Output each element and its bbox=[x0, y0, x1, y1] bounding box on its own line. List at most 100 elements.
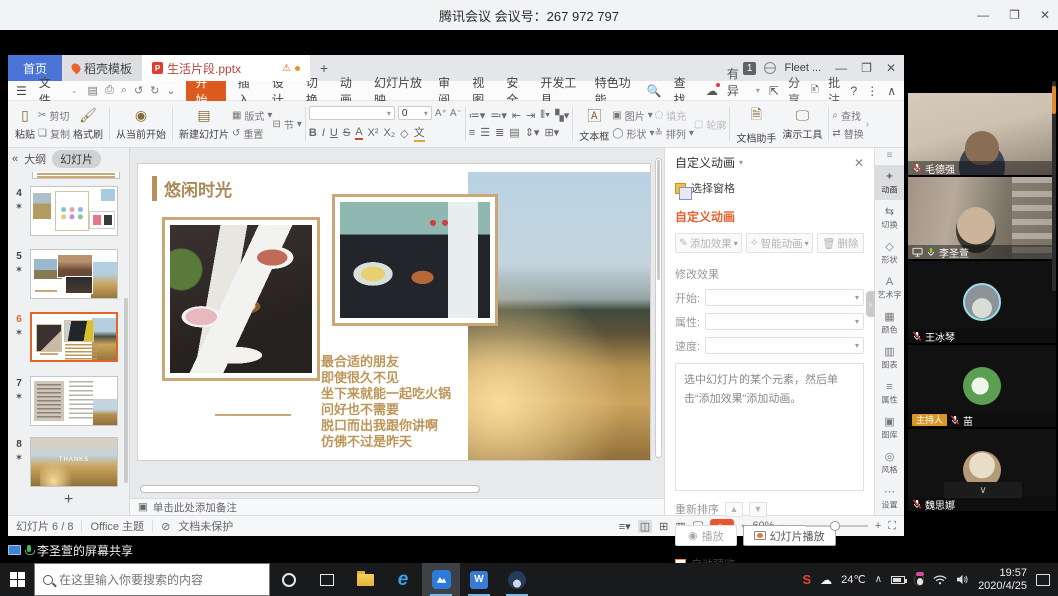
panel-collapse-icon[interactable]: « bbox=[12, 153, 18, 165]
slide-thumb-partial[interactable] bbox=[32, 172, 120, 179]
strip-style[interactable]: ◎风格 bbox=[875, 445, 904, 480]
present-tools-button[interactable]: 🖵演示工具 bbox=[779, 103, 825, 145]
edge-button[interactable]: e bbox=[384, 563, 422, 596]
underline-button[interactable]: U bbox=[330, 127, 338, 139]
subscript-icon[interactable]: X₂ bbox=[384, 127, 396, 139]
reset-button[interactable]: ↺ 重置 bbox=[232, 126, 272, 141]
ribbon-overflow-icon[interactable]: › bbox=[864, 103, 871, 145]
smart-animation-button[interactable]: ✧ 智能动画 ▾ bbox=[746, 233, 813, 253]
zoom-slider[interactable] bbox=[806, 525, 868, 527]
numbered-list-icon[interactable]: ≕▾ bbox=[490, 109, 507, 122]
pane-menu-icon[interactable]: ≡ bbox=[887, 150, 893, 161]
superscript-icon[interactable]: X² bbox=[368, 127, 379, 139]
decorative-line[interactable] bbox=[215, 414, 291, 416]
add-slide-button[interactable]: + bbox=[64, 491, 73, 509]
collapse-ribbon-icon[interactable]: ∧ bbox=[887, 84, 896, 98]
font-size-combo[interactable]: 0▾ bbox=[398, 106, 432, 120]
share-icon[interactable]: ⇱ bbox=[769, 84, 779, 98]
poem-textbox[interactable]: 最合适的朋友 即使很久不见 坐下来就能一起吃火锅 问好也不需要 脱口而出我跟你讲… bbox=[321, 354, 451, 450]
clock[interactable]: 19:57 2020/4/25 bbox=[978, 567, 1027, 593]
shapes-button[interactable]: ◯ 形状 ▾ bbox=[612, 126, 654, 141]
hamburger-icon[interactable]: ☰ bbox=[16, 84, 27, 98]
increase-indent-icon[interactable]: ⇥ bbox=[526, 109, 535, 122]
notes-toggle-icon[interactable]: ≡▾ bbox=[619, 520, 631, 533]
textbox-button[interactable]: 🄰文本框 bbox=[576, 103, 612, 145]
zoom-slider-knob[interactable] bbox=[830, 521, 840, 531]
fill-button[interactable]: ⬠ 填充 bbox=[655, 108, 694, 123]
strip-chart[interactable]: ▥图表 bbox=[875, 340, 904, 375]
strip-transition[interactable]: ⇆切换 bbox=[875, 200, 904, 235]
strip-gallery[interactable]: ▣图库 bbox=[875, 410, 904, 445]
play-from-current-button[interactable]: ◉从当前开始 bbox=[113, 103, 169, 145]
arrange-button[interactable]: ≚ 排列 ▾ bbox=[655, 126, 694, 141]
strip-expand-icon[interactable]: › bbox=[866, 291, 875, 317]
speed-select[interactable]: ▾ bbox=[705, 337, 864, 354]
section-button[interactable]: ⊟ 节 ▾ bbox=[272, 117, 301, 132]
bbq-photo-frame[interactable] bbox=[162, 217, 320, 381]
close-icon[interactable]: ✕ bbox=[1040, 8, 1050, 22]
outline-button[interactable]: ▢ 轮廓 bbox=[694, 117, 726, 132]
action-center-icon[interactable] bbox=[1036, 574, 1050, 586]
video-tile-4[interactable]: 主持人 苗 bbox=[908, 345, 1056, 427]
outline-tab[interactable]: 大纲 bbox=[24, 151, 46, 167]
slide-thumbnail-6-selected[interactable] bbox=[30, 312, 118, 362]
table-photo-frame[interactable] bbox=[332, 194, 498, 326]
slide-canvas[interactable]: 悠闲时光 最合适的朋友 即使很久不见 坐下来就能一起吃火锅 问好也不需要 脱口而… bbox=[138, 164, 650, 460]
italic-button[interactable]: I bbox=[322, 127, 325, 139]
move-down-button[interactable]: ▼ bbox=[749, 502, 767, 517]
strip-properties[interactable]: ≡属性 bbox=[875, 375, 904, 410]
tencent-meeting-button[interactable] bbox=[422, 563, 460, 596]
fit-screen-icon[interactable]: ⛶ bbox=[888, 520, 896, 533]
weather-icon[interactable]: ☁ bbox=[820, 573, 832, 587]
replace-button[interactable]: ⇄ 替换 bbox=[832, 126, 863, 141]
video-tile-3[interactable]: 王冰琴 bbox=[908, 261, 1056, 343]
columns-icon[interactable]: ▚▾ bbox=[555, 109, 569, 122]
collapse-videos-button[interactable]: ∨ bbox=[944, 482, 1022, 498]
anim-panel-close-icon[interactable]: ✕ bbox=[854, 156, 864, 170]
font-color-icon[interactable]: A bbox=[355, 126, 362, 140]
normal-view-icon[interactable]: ◫ bbox=[638, 520, 652, 533]
doc-helper-button[interactable]: 🗎文档助手 bbox=[733, 103, 779, 145]
sorter-view-icon[interactable]: ⊞ bbox=[659, 520, 668, 533]
slide-thumbnail-4[interactable] bbox=[30, 186, 118, 236]
slide-thumbnail-8[interactable]: THANKS bbox=[30, 437, 118, 487]
paste-button[interactable]: ▯粘贴 bbox=[12, 103, 38, 145]
add-effect-button[interactable]: ✎ 添加效果 ▾ bbox=[675, 233, 742, 253]
app-button[interactable] bbox=[498, 563, 536, 596]
find-button[interactable]: ⌕ 查找 bbox=[832, 108, 863, 123]
layout-button[interactable]: ▦ 版式 ▾ bbox=[232, 108, 272, 123]
zoom-in-icon[interactable]: + bbox=[875, 520, 881, 532]
sogou-input-icon[interactable]: S bbox=[802, 572, 811, 587]
preview-icon[interactable]: ⌕ bbox=[121, 84, 127, 97]
redo-icon[interactable]: ↻ bbox=[150, 84, 159, 97]
align-objects-icon[interactable]: ⊞▾ bbox=[544, 126, 559, 139]
text-direction-icon[interactable]: ⫴▾ bbox=[540, 109, 550, 122]
wps-taskbar-button[interactable]: W bbox=[460, 563, 498, 596]
save-icon[interactable]: ▤ bbox=[88, 84, 98, 97]
start-select[interactable]: ▾ bbox=[705, 289, 864, 306]
notes-bar[interactable]: ▣ 单击此处添加备注 bbox=[130, 498, 664, 515]
new-slide-button[interactable]: ▤新建幻灯片 bbox=[176, 103, 232, 145]
print-icon[interactable]: ⎙ bbox=[105, 84, 114, 97]
search-input[interactable] bbox=[59, 573, 261, 587]
video-tile-2[interactable]: 李圣萱 bbox=[908, 177, 1056, 259]
clear-format-icon[interactable]: ◇ bbox=[400, 127, 408, 140]
increase-font-icon[interactable]: A⁺ bbox=[435, 108, 447, 119]
cut-button[interactable]: ✂ 剪切 bbox=[38, 108, 70, 123]
slide-title[interactable]: 悠闲时光 bbox=[152, 176, 232, 201]
minimize-icon[interactable]: — bbox=[977, 8, 989, 22]
slideshow-play-button[interactable]: 幻灯片播放 bbox=[743, 525, 836, 546]
video-tile-1[interactable]: 毛德强 bbox=[908, 93, 1056, 175]
play-button[interactable]: ◉ 播放 bbox=[675, 525, 737, 546]
slide-thumbnail-7[interactable] bbox=[30, 376, 118, 426]
slide-thumbnail-5[interactable] bbox=[30, 249, 118, 299]
panel-scrollbar[interactable] bbox=[124, 298, 128, 483]
delete-effect-button[interactable]: 🗑 删除 bbox=[817, 233, 864, 253]
theme-name[interactable]: Office 主题 bbox=[90, 518, 144, 534]
property-select[interactable]: ▾ bbox=[705, 313, 864, 330]
move-up-button[interactable]: ▲ bbox=[725, 502, 743, 517]
bullet-list-icon[interactable]: ≔▾ bbox=[469, 109, 486, 122]
decrease-font-icon[interactable]: A⁻ bbox=[450, 108, 462, 119]
taskbar-search[interactable] bbox=[34, 563, 270, 596]
tray-expand-icon[interactable]: ∧ bbox=[875, 574, 882, 585]
